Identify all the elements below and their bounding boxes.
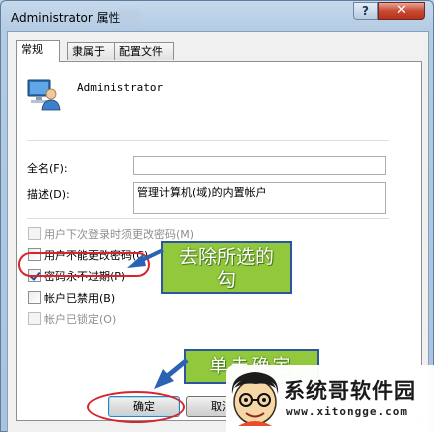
help-button[interactable]: ? [353, 2, 378, 20]
site-watermark: 系统哥软件园 www.xitongge.com [226, 365, 434, 432]
tab-member-of[interactable]: 隶属于 [67, 42, 115, 60]
watermark-url: www.xitongge.com [286, 405, 408, 418]
user-account-icon [27, 79, 61, 111]
full-name-field[interactable] [133, 156, 386, 175]
separator [27, 140, 389, 141]
tab-profile[interactable]: 配置文件 [114, 42, 174, 60]
checkbox-label: 用户下次登录时须更改密码(M) [44, 228, 195, 241]
title-bar[interactable]: Administrator 属性 ? ✕ [1, 1, 433, 31]
highlight-oval-disabled [18, 252, 150, 277]
checkbox-account-disabled[interactable]: 帐户已禁用(B) [28, 290, 115, 306]
window-title: Administrator 属性 [11, 11, 121, 25]
account-name: Administrator [77, 81, 164, 94]
checkbox-label: 帐户已禁用(B) [44, 292, 116, 305]
callout-uncheck-text: 去除所选的 勾 [178, 246, 274, 291]
cartoon-face-icon [231, 372, 279, 426]
watermark-title: 系统哥软件园 [284, 379, 416, 403]
checkbox-must-change-password[interactable]: 用户下次登录时须更改密码(M) [28, 226, 194, 242]
help-icon: ? [362, 4, 369, 18]
tab-general[interactable]: 常规 [16, 40, 60, 62]
description-field[interactable]: 管理计算机(域)的内置帐户 [133, 182, 386, 214]
highlight-oval-ok [87, 391, 185, 423]
title-blur-region [118, 10, 140, 22]
separator [27, 218, 389, 219]
close-button[interactable]: ✕ [378, 2, 425, 20]
checkbox-box[interactable] [28, 312, 41, 325]
callout-uncheck: 去除所选的 勾 [161, 241, 292, 294]
full-name-label: 全名(F): [27, 162, 68, 175]
description-label: 描述(D): [27, 188, 70, 201]
checkbox-label: 帐户已锁定(O) [44, 313, 117, 326]
close-icon: ✕ [396, 3, 407, 18]
checkbox-box[interactable] [28, 291, 41, 304]
checkbox-account-locked[interactable]: 帐户已锁定(O) [28, 311, 116, 327]
checkbox-box[interactable] [28, 227, 41, 240]
